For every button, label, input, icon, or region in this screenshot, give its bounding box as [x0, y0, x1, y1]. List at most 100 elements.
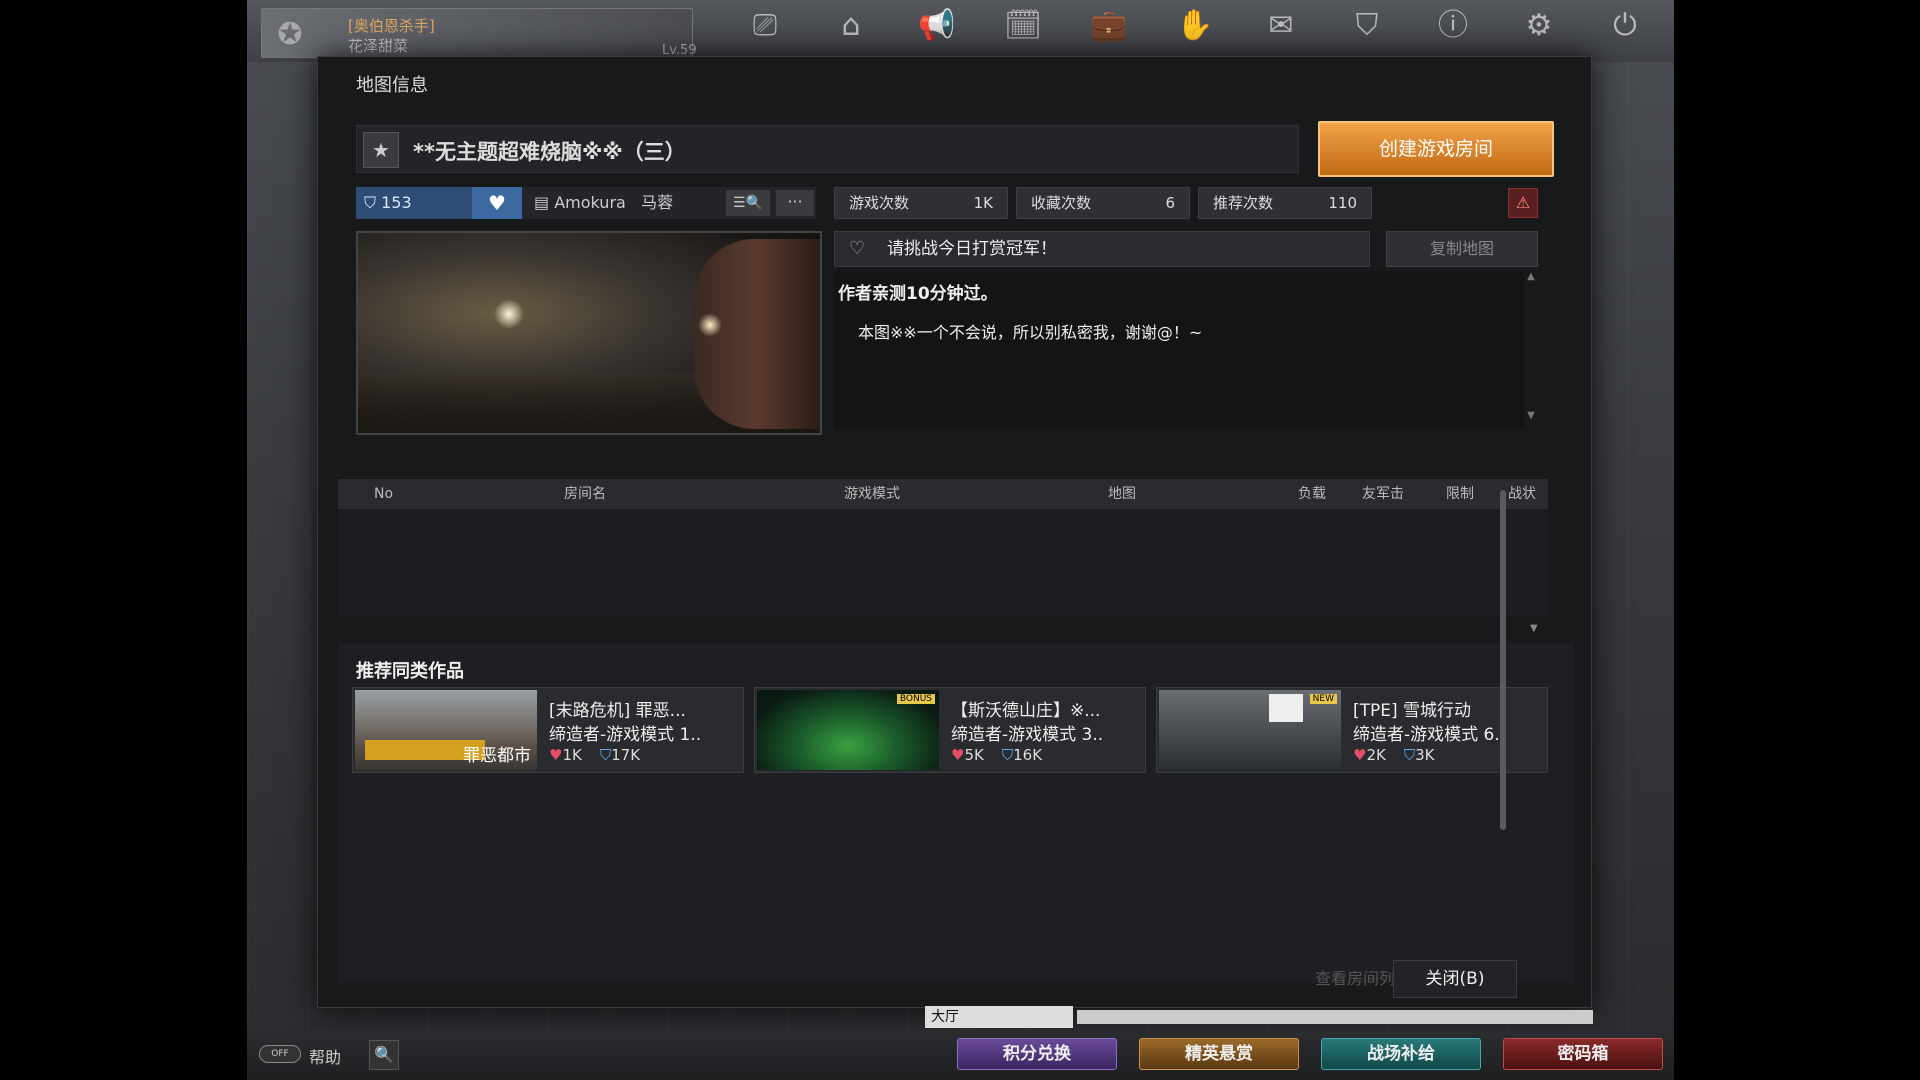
recommended-card[interactable]: BONUS 【斯沃德山庄】※... 缔造者-游戏模式 3.. ♥5K ⛉16K: [754, 687, 1146, 773]
favorite-star-icon[interactable]: ★: [363, 132, 399, 168]
game-client: ✪ [奥伯恩杀手] 花泽甜菜 Lv.59 ⎚ ⌂ 📢 🗓 💼 ✋ ✉ ⛉ ⓘ ⚙…: [247, 0, 1674, 1080]
report-icon[interactable]: ⚠: [1508, 188, 1538, 218]
column-header[interactable]: 友军击: [1362, 479, 1404, 509]
help-toggle[interactable]: OFF: [259, 1045, 301, 1063]
stat-label: 推荐次数: [1213, 194, 1274, 212]
chat-input[interactable]: [1077, 1010, 1593, 1024]
recommended-mode: 缔造者-游戏模式 3..: [951, 725, 1104, 745]
nav-weapon-icon[interactable]: ✋: [1167, 8, 1223, 60]
map-preview-image: [356, 231, 822, 435]
stat-value: 6: [1165, 194, 1175, 212]
create-room-button[interactable]: 创建游戏房间: [1318, 121, 1554, 177]
room-scroll-down-icon[interactable]: ▼: [1530, 623, 1538, 634]
recommended-card[interactable]: NEW [TPE] 雪城行动 缔造者-游戏模式 6.. ♥2K ⛉3K: [1156, 687, 1548, 773]
recommended-name: [TPE] 雪城行动: [1353, 701, 1472, 721]
search-icon[interactable]: 🔍: [369, 1040, 399, 1070]
map-description: 作者亲测10分钟过。 本图※※一个不会说，所以别私密我，谢谢@！~: [834, 271, 1524, 429]
column-header[interactable]: No: [374, 479, 393, 509]
badge-bonus: BONUS: [896, 694, 935, 704]
room-list-link[interactable]: 查看房间列: [1315, 960, 1395, 998]
password-box-button[interactable]: 密码箱: [1503, 1038, 1663, 1070]
like-count-value: 153: [381, 193, 412, 212]
map-name: **无主题超难烧脑※※（三）: [413, 140, 686, 164]
recommended-thumbnail: BONUS: [757, 690, 939, 770]
help-label: 帮助: [309, 1048, 342, 1067]
description-scrollbar[interactable]: ▲ ▼: [1524, 271, 1538, 429]
trophy-icon: ♡: [849, 238, 866, 259]
points-exchange-button[interactable]: 积分兑换: [957, 1038, 1117, 1070]
nav-broadcast-icon[interactable]: 📢: [909, 8, 965, 60]
battle-supply-button[interactable]: 战场补给: [1321, 1038, 1481, 1070]
play-icon: ⛉: [1403, 746, 1416, 764]
challenge-banner: ♡ 请挑战今日打赏冠军！: [834, 231, 1370, 267]
likes-value: 5K: [964, 746, 984, 764]
stat-value: 110: [1328, 194, 1357, 212]
nav-shield-icon[interactable]: ⛉: [1339, 8, 1395, 60]
column-header[interactable]: 游戏模式: [844, 479, 900, 509]
thumb-white-block: [1269, 694, 1303, 722]
recommended-thumbnail: NEW: [1159, 690, 1341, 770]
dialog-scrollbar[interactable]: [1500, 490, 1506, 830]
nav-shop-icon[interactable]: 🗓: [995, 8, 1051, 60]
lobby-selector[interactable]: 大厅: [925, 1006, 1073, 1028]
column-header[interactable]: 房间名: [564, 479, 606, 509]
nav-alert-icon[interactable]: ⓘ: [1425, 8, 1481, 60]
scroll-down-icon[interactable]: ▼: [1524, 410, 1538, 421]
author-info: ▤ Amokura 马蓉: [534, 193, 674, 212]
likes-value: 2K: [1366, 746, 1386, 764]
search-author-icon[interactable]: ☰🔍: [726, 190, 770, 216]
heart-icon: ♥: [1353, 746, 1367, 764]
copy-map-button[interactable]: 复制地图: [1386, 231, 1538, 267]
close-button[interactable]: 关闭(B): [1393, 960, 1517, 998]
column-header[interactable]: 地图: [1108, 479, 1136, 509]
like-count: ⛉ 153: [356, 187, 472, 219]
stat-value: 1K: [973, 194, 993, 212]
description-line: 本图※※一个不会说，所以别私密我，谢谢@！~: [858, 323, 1203, 342]
stat-favorite-count: 收藏次数 6: [1016, 187, 1190, 219]
recommended-mode: 缔造者-游戏模式 6..: [1353, 725, 1506, 745]
top-bar: ✪ [奥伯恩杀手] 花泽甜菜 Lv.59 ⎚ ⌂ 📢 🗓 💼 ✋ ✉ ⛉ ⓘ ⚙…: [247, 0, 1674, 62]
nav-power-icon[interactable]: ⏻: [1597, 8, 1653, 60]
room-table-header: No 房间名 游戏模式 地图 负载 友军击 限制 战状: [338, 479, 1548, 509]
heart-icon: ♥: [951, 746, 965, 764]
nav-inventory-icon[interactable]: 💼: [1081, 8, 1137, 60]
map-info-dialog: 地图信息 ★ **无主题超难烧脑※※（三） 创建游戏房间 ⛉ 153 ♥ ▤ A…: [317, 56, 1592, 1008]
author-name-cn: 马蓉: [641, 193, 674, 212]
stat-play-count: 游戏次数 1K: [834, 187, 1008, 219]
player-profile[interactable]: ✪ [奥伯恩杀手] 花泽甜菜 Lv.59: [261, 8, 697, 58]
room-list[interactable]: [338, 509, 1548, 615]
recommended-stats: ♥5K ⛉16K: [951, 746, 1042, 764]
recommended-card[interactable]: 罪恶都市 [末路危机] 罪恶... 缔造者-游戏模式 1.. ♥1K ⛉17K: [352, 687, 744, 773]
like-button-icon[interactable]: ♥: [472, 187, 522, 219]
player-title: [奥伯恩杀手]: [348, 17, 435, 35]
nav-map-icon[interactable]: ⎚: [737, 8, 793, 60]
rank-emblem-icon: ✪: [277, 17, 303, 52]
more-options-button[interactable]: ···: [776, 190, 814, 216]
thumbnail-caption: 罪恶都市: [463, 746, 531, 766]
scroll-up-icon[interactable]: ▲: [1524, 271, 1538, 282]
nav-home-icon[interactable]: ⌂: [823, 8, 879, 60]
stat-recommend-count: 推荐次数 110: [1198, 187, 1372, 219]
challenge-text: 请挑战今日打赏冠军！: [887, 239, 1057, 259]
heart-icon: ♥: [549, 746, 563, 764]
column-header[interactable]: 战状: [1508, 479, 1536, 509]
recommended-name: [末路危机] 罪恶...: [549, 701, 686, 721]
column-header[interactable]: 限制: [1446, 479, 1474, 509]
preview-light: [494, 299, 524, 329]
plays-value: 3K: [1415, 746, 1435, 764]
stat-label: 游戏次数: [849, 194, 910, 212]
dialog-title: 地图信息: [356, 75, 428, 96]
recommended-mode: 缔造者-游戏模式 1..: [549, 725, 702, 745]
plays-value: 16K: [1013, 746, 1043, 764]
elite-bounty-button[interactable]: 精英悬赏: [1139, 1038, 1299, 1070]
recommended-stats: ♥1K ⛉17K: [549, 746, 640, 764]
column-header[interactable]: 负载: [1298, 479, 1326, 509]
map-title-bar: ★ **无主题超难烧脑※※（三）: [356, 125, 1299, 173]
recommended-name: 【斯沃德山庄】※...: [951, 701, 1101, 721]
recommended-title: 推荐同类作品: [356, 661, 464, 682]
author-name: Amokura: [554, 193, 626, 212]
stat-label: 收藏次数: [1031, 194, 1092, 212]
nav-mail-icon[interactable]: ✉: [1253, 8, 1309, 60]
badge-new: NEW: [1309, 694, 1337, 704]
nav-settings-icon[interactable]: ⚙: [1511, 8, 1567, 60]
